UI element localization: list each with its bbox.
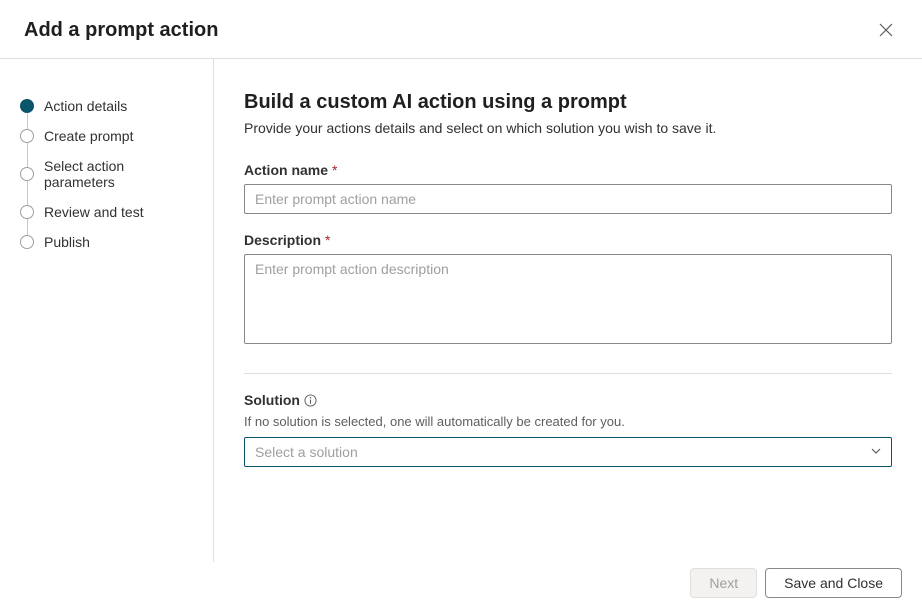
step-label: Create prompt	[44, 128, 133, 144]
dialog-title: Add a prompt action	[24, 19, 218, 42]
page-heading: Build a custom AI action using a prompt	[244, 91, 892, 114]
close-button[interactable]	[874, 18, 898, 42]
dialog-header: Add a prompt action	[0, 0, 922, 59]
required-mark: *	[332, 162, 337, 178]
dialog-footer: Next Save and Close	[214, 558, 922, 612]
step-indicator-icon	[20, 167, 34, 181]
section-divider	[244, 373, 892, 374]
next-button[interactable]: Next	[690, 568, 757, 598]
description-label: Description *	[244, 232, 892, 248]
step-select-action-parameters[interactable]: Select action parameters	[20, 151, 197, 197]
description-input[interactable]	[244, 254, 892, 344]
step-publish[interactable]: Publish	[20, 227, 197, 257]
step-label: Review and test	[44, 204, 144, 220]
step-review-and-test[interactable]: Review and test	[20, 197, 197, 227]
main-panel: Build a custom AI action using a prompt …	[214, 59, 922, 562]
solution-helper-text: If no solution is selected, one will aut…	[244, 414, 892, 429]
info-icon[interactable]	[304, 394, 317, 407]
solution-select[interactable]: Select a solution	[244, 437, 892, 467]
step-indicator-icon	[20, 205, 34, 219]
step-indicator-icon	[20, 129, 34, 143]
step-create-prompt[interactable]: Create prompt	[20, 121, 197, 151]
field-description: Description *	[244, 232, 892, 347]
step-list: Action details Create prompt Select acti…	[20, 91, 197, 257]
required-mark: *	[325, 232, 330, 248]
field-solution: Solution If no solution is selected, one…	[244, 392, 892, 467]
close-icon	[879, 23, 893, 37]
solution-label: Solution	[244, 392, 892, 408]
step-label: Select action parameters	[44, 158, 197, 190]
step-sidebar: Action details Create prompt Select acti…	[0, 59, 214, 562]
step-label: Action details	[44, 98, 127, 114]
step-indicator-icon	[20, 235, 34, 249]
action-name-label: Action name *	[244, 162, 892, 178]
action-name-input[interactable]	[244, 184, 892, 214]
step-label: Publish	[44, 234, 90, 250]
page-subtitle: Provide your actions details and select …	[244, 120, 892, 136]
step-action-details[interactable]: Action details	[20, 91, 197, 121]
step-indicator-icon	[20, 99, 34, 113]
field-action-name: Action name *	[244, 162, 892, 214]
save-and-close-button[interactable]: Save and Close	[765, 568, 902, 598]
